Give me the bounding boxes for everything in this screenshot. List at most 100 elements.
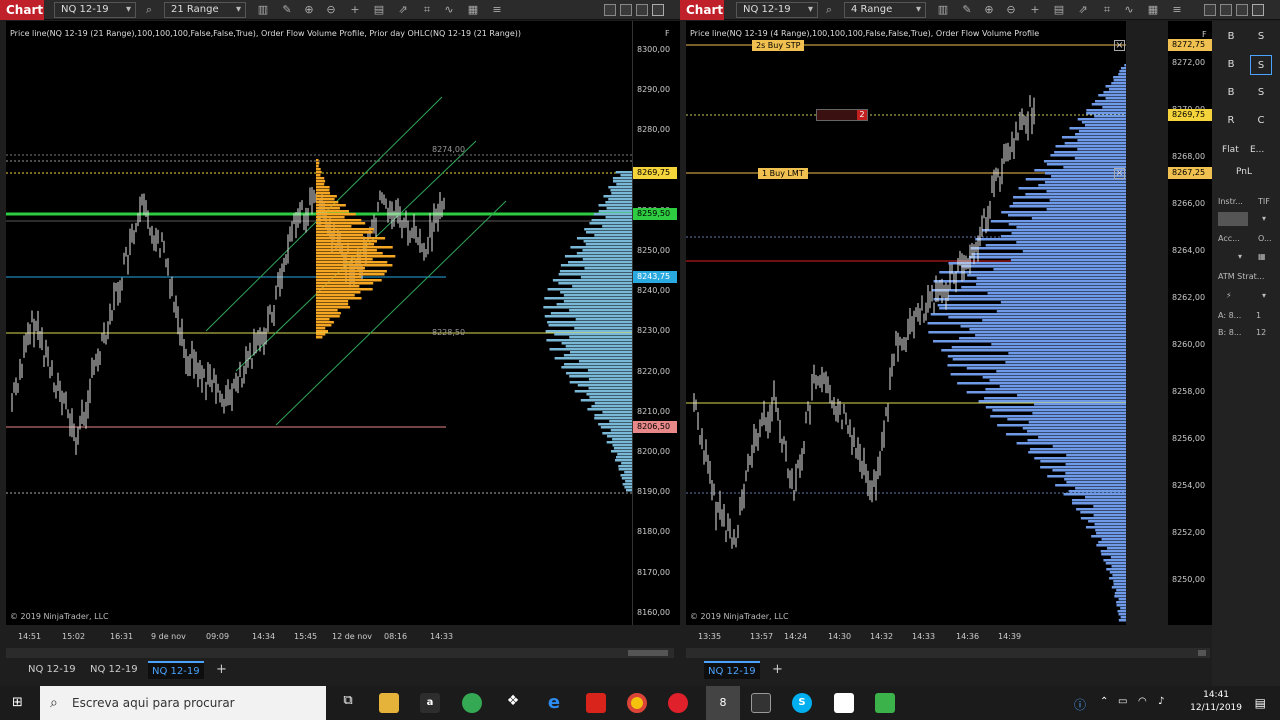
info-icon[interactable]: ⓘ (1074, 696, 1086, 713)
templates-icon[interactable]: ▦ (1146, 3, 1160, 17)
templates-icon[interactable]: ▦ (466, 3, 480, 17)
scroll-thumb[interactable] (1198, 650, 1206, 656)
calculator-icon[interactable] (751, 693, 771, 713)
sell-market-button[interactable]: S (1250, 27, 1272, 47)
left-instrument-select[interactable]: NQ 12-19 ▾ (54, 2, 136, 18)
camtasia-icon[interactable] (875, 693, 895, 713)
left-time-axis[interactable]: 14:51 15:02 16:31 9 de nov 09:09 14:34 15:45 12… (6, 626, 632, 650)
window-restore-button[interactable] (1204, 4, 1216, 16)
volume-profile-bar (1084, 124, 1126, 127)
order-buy-stop[interactable]: 2s Buy STP (752, 40, 805, 51)
buy-market-button[interactable]: B (1220, 27, 1242, 47)
acrobat-icon[interactable] (586, 693, 606, 713)
amazon-icon[interactable]: a (420, 693, 440, 713)
close-icon[interactable]: × (1114, 168, 1125, 179)
tab-nq-3[interactable]: NQ 12-19 (148, 661, 204, 679)
order-buy-limit[interactable]: 1 Buy LMT (758, 168, 808, 179)
tripadvisor-icon[interactable] (462, 693, 482, 713)
tab-nq-1[interactable]: NQ 12-19 (24, 661, 80, 679)
tab-nq-2[interactable]: NQ 12-19 (86, 661, 142, 679)
taskbar-search[interactable]: ⌕ Escreva aqui para procurar (40, 686, 326, 720)
windows-start-icon[interactable]: ⊞ (12, 696, 26, 710)
edge-icon[interactable]: e (544, 693, 564, 713)
add-tab-button[interactable]: + (768, 661, 787, 679)
sell-ask-button[interactable]: S (1250, 55, 1272, 75)
right-period-select[interactable]: 4 Range ▾ (844, 2, 926, 18)
zoom-out-icon[interactable]: ⊖ (324, 3, 338, 17)
right-instrument-select[interactable]: NQ 12-19 ▾ (736, 2, 818, 18)
volume-icon[interactable]: ♪ (1158, 696, 1164, 707)
strategies-icon[interactable]: ⌗ (420, 3, 434, 17)
close-button[interactable]: C (1250, 111, 1272, 131)
draw-icon[interactable]: ✎ (960, 3, 974, 17)
buy-bid-button[interactable]: B (1220, 83, 1242, 103)
zoom-out-icon[interactable]: ⊖ (1004, 3, 1018, 17)
left-chart-title[interactable]: Chart (0, 0, 44, 20)
indicators-icon[interactable]: ⇗ (396, 3, 410, 17)
search-icon[interactable]: ⌕ (142, 3, 156, 17)
wifi-icon[interactable]: ◠ (1138, 696, 1147, 707)
crosshair-icon[interactable]: + (348, 3, 362, 17)
profile-low-label: 8228,50 (432, 328, 465, 337)
window-close-button[interactable] (1252, 4, 1264, 16)
search-icon[interactable]: ⌕ (822, 3, 836, 17)
chevron-down-icon[interactable]: ▾ (1262, 214, 1266, 223)
window-maximize-button[interactable] (1236, 4, 1248, 16)
zoom-in-icon[interactable]: ⊕ (982, 3, 996, 17)
right-price-panel[interactable]: Price line(NQ 12-19 (4 Range),100,100,10… (686, 21, 1126, 625)
menu-icon[interactable]: ≡ (490, 3, 504, 17)
grid-icon[interactable]: ▦ (1258, 252, 1266, 261)
order-quantity-box[interactable]: 2 (816, 109, 868, 121)
window-restore-button[interactable] (604, 4, 616, 16)
left-price-axis[interactable]: F 8300,008290,008280,008270,008260,00825… (632, 21, 680, 625)
right-price-axis[interactable]: 8272,008270,008268,008266,008264,008262,… (1168, 21, 1212, 625)
window-close-button[interactable] (652, 4, 664, 16)
window-minimize-button[interactable] (620, 4, 632, 16)
task-view-icon[interactable]: ⧉ (338, 693, 358, 713)
network-icon[interactable]: ▭ (1118, 696, 1127, 707)
chart-trader-icon[interactable]: ∿ (442, 3, 456, 17)
chart-trader-icon[interactable]: ∿ (1122, 3, 1136, 17)
opera-icon[interactable] (668, 693, 688, 713)
chevron-down-icon[interactable]: ▾ (1238, 252, 1242, 261)
zoom-in-icon[interactable]: ⊕ (302, 3, 316, 17)
bars-type-icon[interactable]: ▥ (256, 3, 270, 17)
crosshair-icon[interactable]: + (1028, 3, 1042, 17)
ninjatrader-icon[interactable]: 8 (706, 686, 740, 720)
right-time-axis[interactable]: 13:35 13:57 14:24 14:30 14:32 14:33 14:36 14:39 (686, 626, 1168, 650)
app-icon[interactable] (834, 693, 854, 713)
scroll-thumb[interactable] (628, 650, 668, 656)
indicators-icon[interactable]: ⇗ (1076, 3, 1090, 17)
menu-icon[interactable]: ≡ (1170, 3, 1184, 17)
draw-icon[interactable]: ✎ (280, 3, 294, 17)
bars-type-icon[interactable]: ▥ (936, 3, 950, 17)
dropbox-icon[interactable]: ❖ (503, 693, 523, 713)
right-horizontal-scrollbar[interactable] (686, 648, 1210, 658)
skype-icon[interactable]: S (792, 693, 812, 713)
close-icon[interactable]: × (1114, 40, 1125, 51)
file-explorer-icon[interactable] (379, 693, 399, 713)
volume-profile-bar (574, 390, 632, 393)
window-maximize-button[interactable] (636, 4, 648, 16)
notifications-icon[interactable]: ▤ (1255, 696, 1266, 710)
instrument-field[interactable] (1218, 212, 1248, 226)
reverse-button[interactable]: R (1220, 111, 1242, 131)
chevron-down-icon[interactable]: ▾ (1262, 291, 1266, 300)
right-chart-title[interactable]: Chart (680, 0, 724, 20)
left-horizontal-scrollbar[interactable] (6, 648, 674, 658)
left-price-panel[interactable]: 8274,00 8228,50 Price line(NQ 12-19 (21 … (6, 21, 632, 625)
window-minimize-button[interactable] (1220, 4, 1232, 16)
chevron-up-icon[interactable]: ⌃ (1100, 696, 1108, 707)
time-tick-label: 14:33 (430, 632, 454, 641)
strategies-icon[interactable]: ⌗ (1100, 3, 1114, 17)
taskbar-clock[interactable]: 14:41 12/11/2019 (1190, 689, 1242, 715)
sell-bid-button[interactable]: S (1250, 83, 1272, 103)
properties-icon[interactable]: ▤ (372, 3, 386, 17)
chrome-icon[interactable] (627, 693, 647, 713)
tab-nq-right[interactable]: NQ 12-19 (704, 661, 760, 679)
lightning-icon[interactable]: ⚡ (1226, 291, 1232, 300)
buy-ask-button[interactable]: B (1220, 55, 1242, 75)
left-period-select[interactable]: 21 Range ▾ (164, 2, 246, 18)
add-tab-button[interactable]: + (212, 661, 231, 679)
properties-icon[interactable]: ▤ (1052, 3, 1066, 17)
